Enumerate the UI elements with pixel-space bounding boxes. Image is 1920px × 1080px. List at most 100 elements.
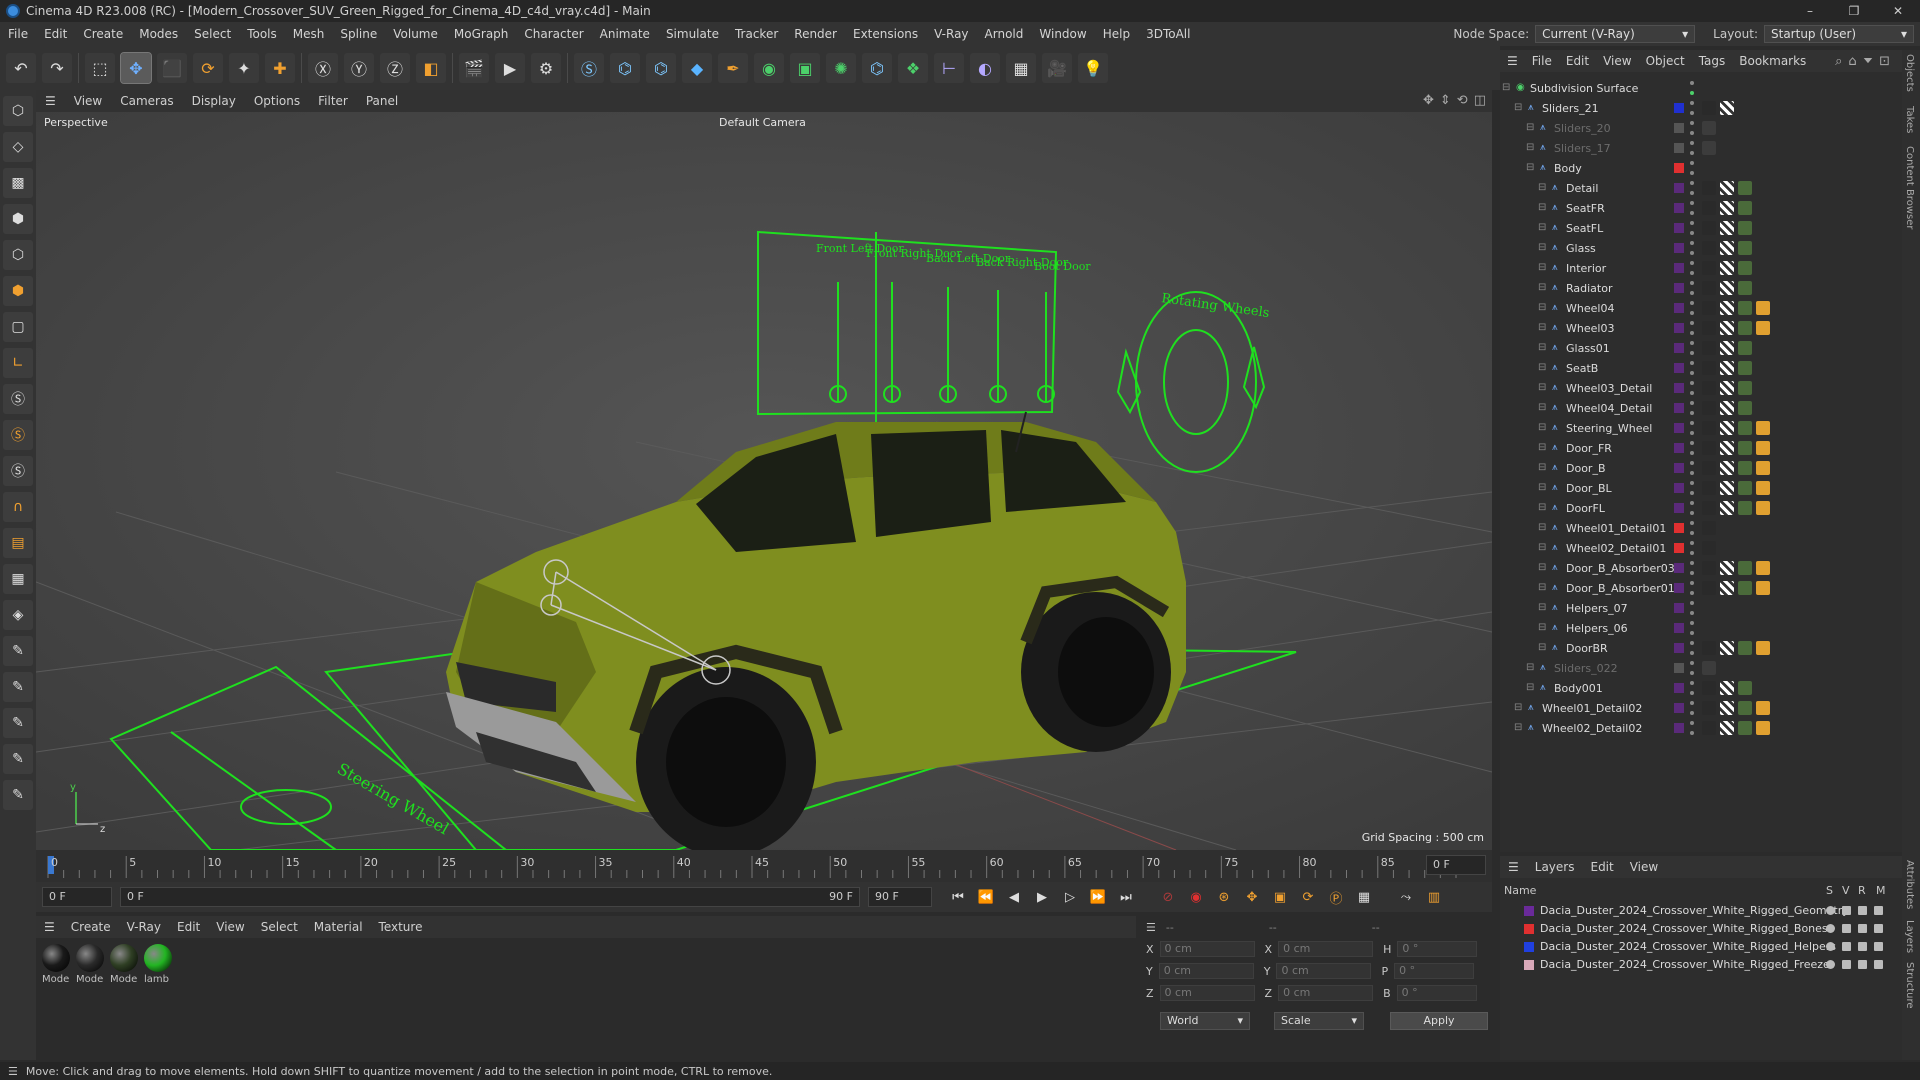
scale-dropdown[interactable]: Scale ▾ — [1274, 1012, 1364, 1030]
object-tree-row[interactable]: ⊟ ⩚ Sliders_17 — [1500, 138, 1902, 158]
layer-color-swatch[interactable] — [1674, 343, 1684, 353]
object-tag-icon[interactable] — [1756, 721, 1770, 735]
object-tag-icon[interactable] — [1756, 581, 1770, 595]
render-visibility-dot[interactable] — [1690, 631, 1694, 635]
layer-solo-dot[interactable] — [1826, 942, 1835, 951]
editor-visibility-dot[interactable] — [1690, 161, 1694, 165]
minimize-button[interactable]: – — [1788, 0, 1832, 22]
play-icon[interactable]: ▶ — [1030, 886, 1054, 908]
layer-color-swatch[interactable] — [1674, 703, 1684, 713]
end-frame-field[interactable]: 90 F — [868, 887, 932, 907]
editor-visibility-dot[interactable] — [1690, 141, 1694, 145]
layer-visible-eye-icon[interactable] — [1842, 942, 1851, 951]
motion-clip-icon[interactable]: ⤳ — [1394, 886, 1418, 908]
visibility-dots[interactable] — [1690, 381, 1696, 395]
layer-row[interactable]: Dacia_Duster_2024_Crossover_White_Rigged… — [1500, 956, 1902, 973]
point-mode-icon[interactable]: ⬢ — [3, 204, 33, 234]
viewport-menu-options[interactable]: Options — [245, 94, 309, 108]
visibility-dots[interactable] — [1690, 641, 1696, 655]
expand-toggle-icon[interactable]: ⊟ — [1538, 203, 1548, 213]
expand-toggle-icon[interactable]: ⊟ — [1514, 703, 1524, 713]
object-tree-row[interactable]: ⊟ ⩚ SeatFL — [1500, 218, 1902, 238]
object-tree-row[interactable]: ⊟ ⩚ Interior — [1500, 258, 1902, 278]
visibility-dots[interactable] — [1690, 661, 1696, 675]
layer-solo-dot[interactable] — [1826, 924, 1835, 933]
object-tree-row[interactable]: ⊟ ⩚ Radiator — [1500, 278, 1902, 298]
render-visibility-dot[interactable] — [1690, 231, 1694, 235]
next-frame-icon[interactable]: ▷ — [1058, 886, 1082, 908]
size-field[interactable]: 0 cm — [1278, 941, 1374, 957]
object-tag-icon[interactable] — [1738, 281, 1752, 295]
menu-edit[interactable]: Edit — [36, 22, 75, 46]
object-tag-icon[interactable] — [1756, 561, 1770, 575]
render-visibility-dot[interactable] — [1690, 91, 1694, 95]
material-menu-create[interactable]: Create — [63, 920, 119, 934]
hamburger-icon[interactable]: ☰ — [1146, 921, 1156, 934]
floor-icon[interactable]: ▦ — [1006, 53, 1036, 83]
expand-toggle-icon[interactable]: ⊟ — [1538, 243, 1548, 253]
layer-color-swatch[interactable] — [1674, 663, 1684, 673]
material-menu-view[interactable]: View — [208, 920, 252, 934]
visibility-dots[interactable] — [1690, 101, 1696, 115]
apply-button[interactable]: Apply — [1390, 1012, 1488, 1030]
rotate-tool-icon[interactable]: ⟳ — [193, 53, 223, 83]
object-tag-icon[interactable] — [1702, 281, 1716, 295]
object-tag-icon[interactable] — [1738, 361, 1752, 375]
texture-mode-icon[interactable]: ▩ — [3, 168, 33, 198]
expand-toggle-icon[interactable]: ⊟ — [1538, 303, 1548, 313]
render-visibility-dot[interactable] — [1690, 411, 1694, 415]
object-tag-icon[interactable] — [1720, 421, 1734, 435]
object-tag-icon[interactable] — [1702, 681, 1716, 695]
render-visibility-dot[interactable] — [1690, 311, 1694, 315]
editor-visibility-dot[interactable] — [1690, 261, 1694, 265]
zoom-icon[interactable]: ⇕ — [1440, 90, 1451, 112]
menu-help[interactable]: Help — [1095, 22, 1138, 46]
object-menu-object[interactable]: Object — [1639, 54, 1692, 68]
autokey-icon[interactable]: ◉ — [1184, 886, 1208, 908]
model-mode-icon[interactable]: ◇ — [3, 132, 33, 162]
expand-toggle-icon[interactable]: ⊟ — [1526, 143, 1536, 153]
object-tag-icon[interactable] — [1720, 241, 1734, 255]
object-tag-icon[interactable] — [1738, 441, 1752, 455]
expand-toggle-icon[interactable]: ⊟ — [1538, 463, 1548, 473]
object-tag-icon[interactable] — [1702, 301, 1716, 315]
expand-toggle-icon[interactable]: ⊟ — [1538, 403, 1548, 413]
hamburger-icon[interactable]: ☰ — [1500, 860, 1527, 874]
menu-tracker[interactable]: Tracker — [727, 22, 786, 46]
viewport-menu-display[interactable]: Display — [183, 94, 245, 108]
editor-visibility-dot[interactable] — [1690, 241, 1694, 245]
object-tree-row[interactable]: ⊟ ⩚ Glass01 — [1500, 338, 1902, 358]
smooth-icon[interactable]: ✎ — [3, 708, 33, 738]
layer-solo-dot[interactable] — [1826, 960, 1835, 969]
sculpt-icon[interactable]: ✎ — [3, 672, 33, 702]
tab-takes[interactable]: Takes — [1904, 106, 1915, 133]
object-tag-icon[interactable] — [1756, 641, 1770, 655]
object-tag-icon[interactable] — [1738, 341, 1752, 355]
object-tag-icon[interactable] — [1720, 281, 1734, 295]
render-visibility-dot[interactable] — [1690, 571, 1694, 575]
layer-color-swatch[interactable] — [1674, 683, 1684, 693]
python-icon[interactable]: ⌬ — [610, 53, 640, 83]
position-field[interactable]: 0 cm — [1159, 941, 1255, 957]
menu-v-ray[interactable]: V-Ray — [926, 22, 976, 46]
layout-dropdown[interactable]: Startup (User) ▾ — [1764, 25, 1914, 43]
layer-color-swatch[interactable] — [1674, 363, 1684, 373]
expand-toggle-icon[interactable]: ⊟ — [1538, 363, 1548, 373]
object-tag-icon[interactable] — [1702, 541, 1716, 555]
layer-color-swatch[interactable] — [1524, 941, 1534, 952]
layer-visible-eye-icon[interactable] — [1842, 924, 1851, 933]
object-menu-file[interactable]: File — [1525, 54, 1559, 68]
object-menu-bookmarks[interactable]: Bookmarks — [1732, 54, 1813, 68]
object-tag-icon[interactable] — [1738, 481, 1752, 495]
position-field[interactable]: 0 cm — [1159, 985, 1255, 1001]
object-tag-icon[interactable] — [1702, 321, 1716, 335]
layer-manager-icon[interactable] — [1874, 960, 1883, 969]
expand-toggle-icon[interactable]: ⊟ — [1538, 483, 1548, 493]
object-tree-row[interactable]: ⊟ ⩚ DoorBR — [1500, 638, 1902, 658]
prev-frame-icon[interactable]: ◀ — [1002, 886, 1026, 908]
object-tag-icon[interactable] — [1738, 201, 1752, 215]
material-swatch[interactable]: lamb — [144, 944, 174, 985]
field-icon[interactable]: ◐ — [970, 53, 1000, 83]
visibility-dots[interactable] — [1690, 541, 1696, 555]
editor-visibility-dot[interactable] — [1690, 721, 1694, 725]
